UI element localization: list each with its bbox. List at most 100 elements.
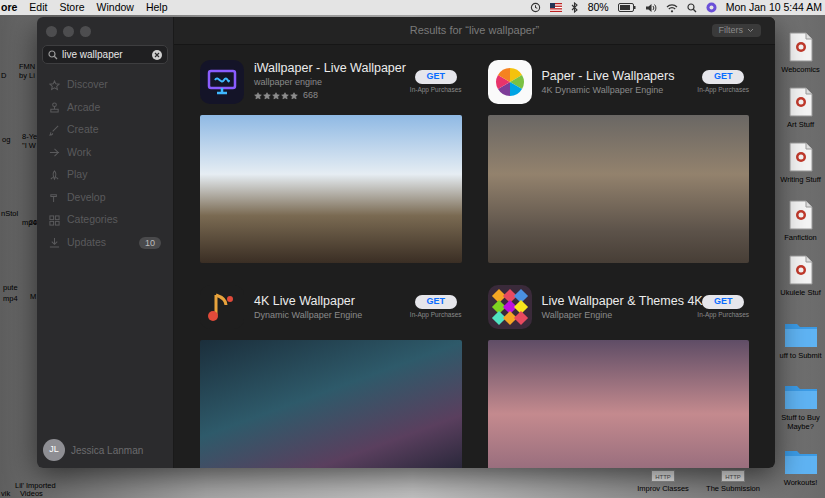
app-name[interactable]: 4K Live Wallpaper (254, 294, 400, 309)
desktop-label[interactable]: FMN (19, 63, 35, 71)
sidebar-label: Develop (67, 190, 106, 206)
desktop-label: Writing Stuff (780, 175, 821, 184)
app-screenshot (488, 115, 750, 263)
desktop-icon[interactable]: Workouts! (776, 443, 825, 487)
app-header: 4K Live WallpaperDynamic Wallpaper Engin… (200, 285, 462, 329)
desktop-label[interactable]: M (30, 293, 36, 301)
desktop-icon[interactable]: Fanfiction (776, 198, 825, 242)
desktop-label: The Submission (706, 484, 760, 493)
app-subtitle: Dynamic Wallpaper Engine (254, 309, 400, 321)
app-info: Live Wallpaper & Themes 4KWallpaper Engi… (542, 294, 688, 321)
app-menu[interactable]: ore (1, 0, 17, 15)
app-icon (200, 60, 244, 104)
desktop-icon[interactable]: Ukulele Stuf (776, 253, 825, 297)
updates-badge: 10 (139, 237, 161, 249)
zoom-button[interactable] (80, 26, 91, 37)
status-area: 80%Mon Jan 10 5:44 AM (530, 0, 825, 15)
desktop-label: Art Stuff (787, 120, 814, 129)
desktop-label[interactable]: mp4 (3, 295, 18, 303)
menu-item[interactable]: Edit (29, 0, 47, 15)
desktop-icon[interactable]: HTTP The Submission (700, 470, 766, 493)
app-info: iWallpaper - Live Wallpaperwallpaper eng… (254, 61, 400, 103)
sidebar-item[interactable]: Arcade (37, 97, 173, 120)
iap-note: In-App Purchases (697, 310, 749, 320)
desktop-icon[interactable]: Writing Stuff (776, 140, 825, 184)
desktop-label[interactable]: nStol (1, 210, 18, 218)
sidebar-item[interactable]: Work (37, 142, 173, 165)
filters-button[interactable]: Filters (712, 24, 762, 38)
app-info: Paper - Live Wallpapers4K Dynamic Wallpa… (542, 69, 688, 96)
sidebar-item[interactable]: Categories (37, 209, 173, 232)
menu-bar: ore Edit Store Window Help 80%Mon Jan 10 5:44… (0, 0, 825, 15)
spotlight-icon (687, 3, 697, 13)
desktop-icon[interactable]: Webcomics (776, 30, 825, 74)
desktop-icon[interactable]: HTTP Improv Classes (630, 470, 696, 493)
sidebar-item[interactable]: Play (37, 164, 173, 187)
app-name[interactable]: Paper - Live Wallpapers (542, 69, 688, 84)
desktop-label[interactable]: pute (3, 284, 18, 292)
app-subtitle: Wallpaper Engine (542, 309, 688, 321)
app-card[interactable]: Paper - Live Wallpapers4K Dynamic Wallpa… (488, 60, 750, 263)
plane-icon (49, 147, 60, 158)
desktop-icon[interactable]: Stuff to Buy Maybe? (776, 378, 825, 431)
sidebar-item[interactable]: Develop (37, 187, 173, 210)
get-button[interactable]: GET (415, 70, 457, 84)
desktop-label[interactable]: 8-Ye (22, 133, 37, 141)
desktop-label[interactable]: og (2, 136, 10, 144)
volume-icon (645, 3, 657, 13)
desktop-label[interactable]: Videos (20, 490, 43, 498)
search-field[interactable] (42, 45, 168, 64)
app-name[interactable]: Live Wallpaper & Themes 4K (542, 294, 688, 309)
app-card[interactable]: Live Wallpaper & Themes 4KWallpaper Engi… (488, 285, 750, 468)
sidebar-item[interactable]: Updates 10 (37, 232, 173, 255)
folder-icon (784, 443, 818, 475)
web-location-icon: HTTP (721, 470, 745, 482)
app-card[interactable]: 4K Live WallpaperDynamic Wallpaper Engin… (200, 285, 462, 468)
clock: Mon Jan 10 5:44 AM (726, 0, 822, 15)
desktop-label[interactable]: Lil' Imported (15, 482, 56, 490)
search-input[interactable] (62, 47, 148, 62)
desktop-label[interactable]: vik (1, 490, 10, 498)
menu-item[interactable]: Window (97, 0, 134, 15)
avatar-initials: JL (49, 443, 59, 457)
iap-note: In-App Purchases (410, 310, 462, 320)
document-icon (789, 198, 813, 230)
get-button[interactable]: GET (415, 295, 457, 309)
clear-icon (152, 50, 162, 60)
rating: 668 (254, 89, 400, 103)
web-location-icon: HTTP (651, 470, 675, 482)
folder-icon (784, 378, 818, 410)
document-icon (789, 85, 813, 117)
desktop-label: Improv Classes (637, 484, 689, 493)
desktop-label: Webcomics (781, 65, 820, 74)
app-card[interactable]: iWallpaper - Live Wallpaperwallpaper eng… (200, 60, 462, 263)
search-icon (48, 50, 58, 60)
close-button[interactable] (46, 26, 57, 37)
folder-icon (784, 316, 818, 348)
get-area: GETIn-App Purchases (697, 295, 749, 320)
minimize-button[interactable] (63, 26, 74, 37)
menu-item[interactable]: Help (146, 0, 168, 15)
get-label: GET (426, 295, 445, 309)
get-button[interactable]: GET (702, 295, 744, 309)
sidebar-label: Work (67, 145, 91, 161)
desktop-label[interactable]: "I W (22, 142, 36, 150)
desktop-label[interactable]: D (1, 72, 6, 80)
window-controls (37, 17, 173, 45)
account-area[interactable]: JLJessica Lanman (37, 434, 173, 468)
desktop-label[interactable]: by Li (19, 72, 35, 80)
get-button[interactable]: GET (702, 70, 744, 84)
app-header: Live Wallpaper & Themes 4KWallpaper Engi… (488, 285, 750, 329)
sidebar-item[interactable]: Create (37, 119, 173, 142)
bluetooth-icon (571, 2, 579, 13)
app-header: Paper - Live Wallpapers4K Dynamic Wallpa… (488, 60, 750, 104)
sidebar-label: Updates (67, 235, 106, 251)
desktop-icon[interactable]: Art Stuff (776, 85, 825, 129)
desktop-label: uff to Submit (780, 351, 822, 360)
icon-badge: HTTP (725, 474, 741, 481)
app-name[interactable]: iWallpaper - Live Wallpaper (254, 61, 400, 76)
desktop-icon[interactable]: uff to Submit (776, 316, 825, 360)
sidebar-list: DiscoverArcadeCreate Work Play Develop Categ… (37, 74, 173, 254)
menu-item[interactable]: Store (59, 0, 84, 15)
sidebar-item[interactable]: Discover (37, 74, 173, 97)
